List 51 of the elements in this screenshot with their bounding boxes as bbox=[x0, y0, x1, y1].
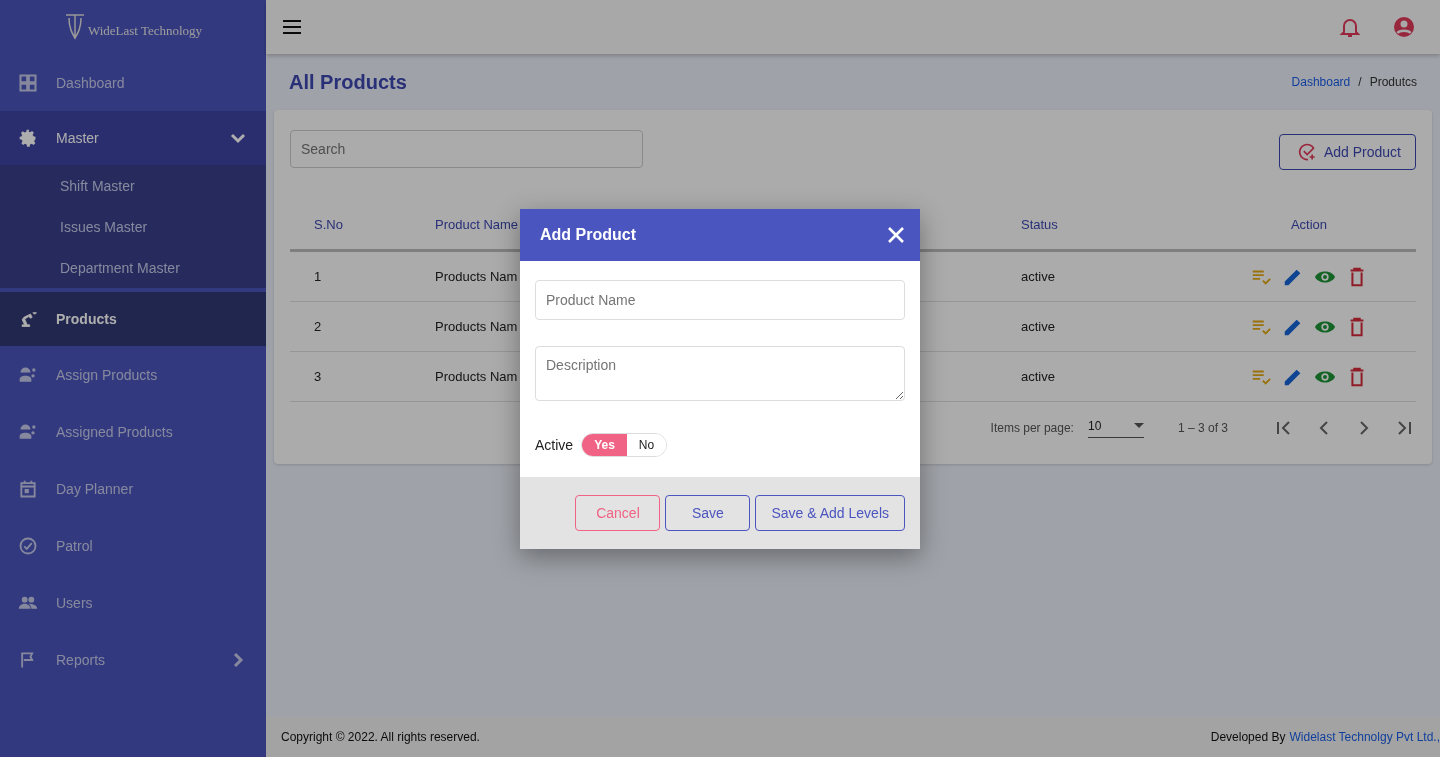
toggle-option[interactable]: Yes bbox=[582, 434, 627, 456]
column-header: Action bbox=[1202, 200, 1416, 251]
description-field[interactable]: Description bbox=[535, 346, 905, 401]
table-cell: active bbox=[1020, 351, 1202, 402]
gear-icon bbox=[18, 128, 38, 148]
sidebar-item[interactable]: Dashboard bbox=[0, 54, 266, 111]
breadcrumb-separator: / bbox=[1358, 75, 1362, 89]
breadcrumb-current: Produtcs bbox=[1369, 75, 1417, 89]
active-label: Active bbox=[535, 437, 574, 453]
page-range: 1 – 3 of 3 bbox=[1177, 421, 1228, 435]
table-cell: active bbox=[1020, 250, 1202, 302]
add-product-button[interactable]: Add Product bbox=[1278, 134, 1416, 170]
grid-icon bbox=[18, 72, 38, 93]
save-button[interactable]: Save bbox=[665, 495, 751, 531]
submenu-item[interactable]: Issues Master bbox=[0, 206, 266, 247]
sidebar-item[interactable]: Assigned Products bbox=[0, 403, 266, 460]
developed-by-text: Developed By bbox=[1210, 730, 1286, 744]
close-icon[interactable] bbox=[886, 225, 906, 245]
logo-icon bbox=[63, 12, 86, 42]
sidebar-item[interactable]: Users bbox=[0, 574, 266, 631]
sidebar-item[interactable]: Reports bbox=[0, 631, 266, 688]
save-button[interactable]: Save & Add Levels bbox=[755, 495, 905, 531]
column-header: Status bbox=[1020, 200, 1202, 251]
sidebar-item[interactable]: Products bbox=[0, 292, 266, 346]
sidebar-item[interactable]: Master bbox=[0, 111, 266, 165]
logo-text: WideLast Technology bbox=[87, 23, 203, 39]
column-header: S.No bbox=[290, 200, 434, 251]
search-field[interactable]: Search bbox=[290, 130, 643, 168]
page-title: All Products bbox=[289, 70, 407, 94]
check-plus-icon bbox=[1297, 142, 1318, 162]
table-cell: active bbox=[1020, 301, 1202, 352]
items-per-page-label: Items per page: bbox=[990, 421, 1074, 435]
dropdown-arrow-icon bbox=[1133, 422, 1144, 429]
sidebar-item[interactable]: Day Planner bbox=[0, 460, 266, 517]
copyright-text: Copyright © 2022. All rights reserved. bbox=[281, 730, 480, 744]
cancel-button[interactable]: Cancel bbox=[575, 495, 661, 531]
account-icon[interactable] bbox=[1392, 15, 1416, 39]
product-name-field[interactable]: Product Name bbox=[535, 280, 905, 320]
dialog-title: Add Product bbox=[540, 226, 636, 244]
table-cell: 1 bbox=[290, 250, 434, 302]
table-cell: 3 bbox=[290, 351, 434, 402]
sidebar-item[interactable]: Patrol bbox=[0, 517, 266, 574]
sidebar-item[interactable]: Assign Products bbox=[0, 346, 266, 403]
developer-link[interactable]: Widelast Technolgy Pvt Ltd., bbox=[1289, 730, 1440, 744]
table-cell: 2 bbox=[290, 301, 434, 352]
check-circle-icon bbox=[18, 535, 38, 556]
breadcrumb-link[interactable]: Dashboard bbox=[1291, 75, 1351, 89]
page-size-select[interactable]: 10 bbox=[1087, 418, 1144, 438]
submenu-item[interactable]: Department Master bbox=[0, 247, 266, 288]
submenu-item[interactable]: Shift Master bbox=[0, 165, 266, 206]
calendar-icon bbox=[18, 478, 38, 499]
